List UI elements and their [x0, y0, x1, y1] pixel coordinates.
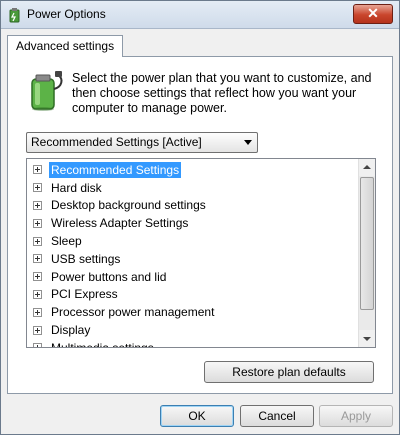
ok-button[interactable]: OK [160, 405, 234, 427]
power-options-dialog: Power Options ✕ Advanced settings Select… [0, 0, 400, 435]
expand-icon[interactable] [33, 236, 42, 246]
tree-item-label: Recommended Settings [49, 161, 182, 178]
settings-tree[interactable]: Recommended Settings Hard disk Desktop b… [26, 158, 376, 348]
tree-item-label: Display [51, 323, 91, 338]
tree-item-label: Hard disk [51, 180, 102, 195]
expand-icon[interactable] [33, 165, 42, 175]
tree-item-pci-express[interactable]: PCI Express [27, 286, 357, 304]
tree-item-hard-disk[interactable]: Hard disk [27, 179, 357, 197]
expand-icon[interactable] [33, 343, 42, 347]
tree-item-label: Sleep [51, 234, 82, 249]
tree-item-label: Wireless Adapter Settings [51, 216, 189, 231]
title-bar[interactable]: Power Options ✕ [1, 1, 399, 29]
power-plan-dropdown[interactable]: Recommended Settings [Active] [26, 132, 258, 153]
tree-item-label: Power buttons and lid [51, 269, 167, 284]
expand-icon[interactable] [33, 272, 42, 282]
tree-item-usb-settings[interactable]: USB settings [27, 250, 357, 268]
close-icon: ✕ [367, 5, 379, 21]
restore-plan-defaults-button[interactable]: Restore plan defaults [204, 361, 374, 383]
expand-icon[interactable] [33, 218, 42, 228]
tree-item-label: Desktop background settings [51, 198, 206, 213]
tree-item-recommended-settings[interactable]: Recommended Settings [27, 161, 357, 179]
expand-icon[interactable] [33, 325, 42, 335]
expand-icon[interactable] [33, 307, 42, 317]
apply-button[interactable]: Apply [319, 405, 393, 427]
scroll-down-icon[interactable] [359, 330, 375, 347]
tree-scrollbar[interactable] [358, 159, 375, 347]
cancel-button[interactable]: Cancel [240, 405, 314, 427]
settings-tree-list: Recommended Settings Hard disk Desktop b… [27, 161, 357, 348]
window-title: Power Options [27, 7, 106, 21]
tree-item-processor-power-management[interactable]: Processor power management [27, 303, 357, 321]
expand-icon[interactable] [33, 183, 42, 193]
advanced-settings-panel: Select the power plan that you want to c… [7, 56, 393, 394]
tree-item-label: PCI Express [51, 287, 118, 302]
power-plan-dropdown-value: Recommended Settings [Active] [31, 135, 202, 149]
tree-item-power-buttons-and-lid[interactable]: Power buttons and lid [27, 268, 357, 286]
tree-item-sleep[interactable]: Sleep [27, 232, 357, 250]
plan-description: Select the power plan that you want to c… [72, 71, 372, 115]
tree-item-label: USB settings [51, 251, 121, 266]
scroll-thumb[interactable] [360, 177, 374, 310]
expand-icon[interactable] [33, 254, 42, 264]
tree-item-desktop-background-settings[interactable]: Desktop background settings [27, 197, 357, 215]
tree-item-multimedia-settings[interactable]: Multimedia settings [27, 339, 357, 348]
expand-icon[interactable] [33, 200, 42, 210]
tree-item-label: Processor power management [51, 305, 215, 320]
expand-icon[interactable] [33, 289, 42, 299]
tree-item-label: Multimedia settings [51, 340, 154, 348]
power-options-icon [9, 8, 20, 23]
battery-plug-icon [31, 71, 63, 111]
tree-item-wireless-adapter-settings[interactable]: Wireless Adapter Settings [27, 214, 357, 232]
chevron-down-icon [244, 140, 252, 145]
scroll-up-icon[interactable] [359, 159, 375, 176]
close-button[interactable]: ✕ [353, 4, 393, 24]
tree-item-display[interactable]: Display [27, 321, 357, 339]
tab-advanced-settings[interactable]: Advanced settings [7, 35, 124, 57]
